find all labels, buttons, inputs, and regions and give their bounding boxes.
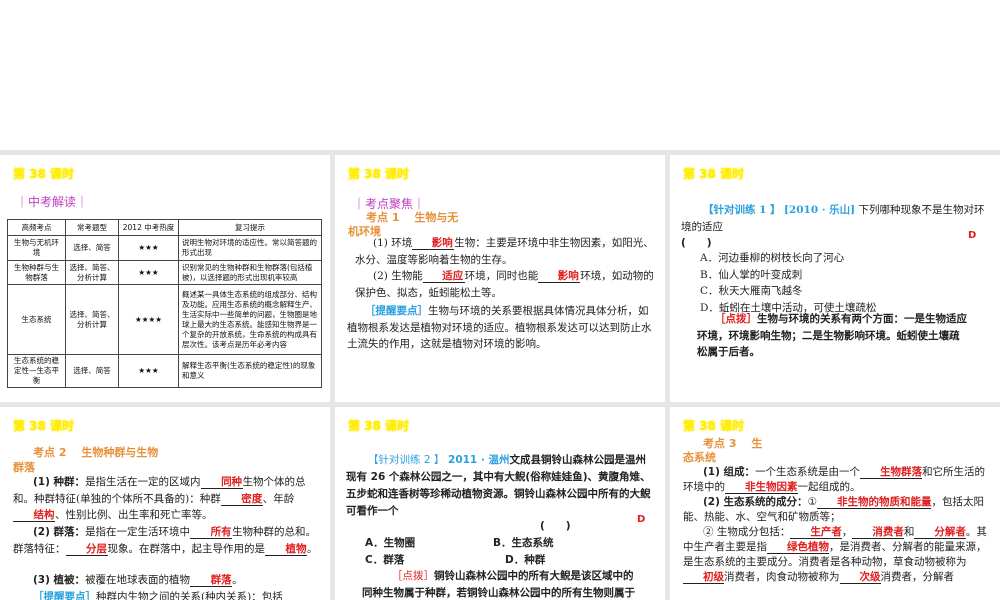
paragraph-population: (1) 种群：是指生活在一定的区域内 同种生物个体的总和。种群特征(单独的个体所不… — [13, 476, 306, 522]
answer-blank: 非生物因素 — [725, 481, 798, 494]
answer-blank: 密度 — [220, 493, 263, 506]
paragraph-1: (1) 环境 影响 生物：主要是环境中非生物因素，如阳光、水分、温度等影响着生物的生… — [355, 237, 654, 266]
answer-blank: 生物群落 — [860, 466, 923, 479]
lesson-title: 第 38 课时 — [13, 167, 75, 181]
answer-blank: 生产者 — [790, 526, 842, 539]
table-cell: ★★★ — [118, 235, 179, 261]
answer-blank: 适应 — [422, 270, 465, 283]
section-heading: ｜考点聚焦｜ — [353, 197, 426, 211]
table-header: 高频考点 — [7, 219, 66, 236]
tip-paragraph: ［提醒要点］生物与环境的关系要根据具体情况具体分析，如植物根系发达是植物对环境的… — [347, 305, 652, 350]
slide6-body: (1) 组成：一个生态系统是由一个 生物群落和它所生活的环境中的 非生物因素一起组成… — [683, 465, 993, 585]
table-cell: ★★★ — [118, 260, 179, 285]
hint-paragraph: ［点拨］生物与环境的关系有两个方面：一是生物适应环境，环境影响生物；二是生物影响… — [697, 313, 967, 358]
question-text: 【针对训练 2 】 2011 · 温州文成县铜铃山森林公园是温州现有 26 个森… — [346, 454, 651, 517]
point-heading: 考点 2 生物种群与生物群落 — [13, 446, 159, 474]
slide-thumbnail-2[interactable]: 第 38 课时 ｜考点聚焦｜ 考点 1 生物与无机环境 (1) 环境 影响 生物：主… — [335, 155, 665, 402]
paragraph-2: (2) 生物能 适应 环境，同时也能 影响 环境，如动物的保护色、拟态，蚯蚓能松土等。 — [355, 270, 654, 299]
option-c: C．群落 — [365, 554, 405, 566]
paragraph-community: (2) 群落：是指在一定生活环境中 所有生物种群的总和。群落特征： 分层现象。在群落… — [13, 526, 318, 556]
answer-blank: 初级 — [683, 571, 724, 584]
question-text: 【针对训练 1 】 [2010 · 乐山] 下列哪种现象不是生物对环境的适应 — [681, 204, 985, 233]
options-list: A．河边垂柳的树枝长向了河心 B．仙人掌的叶变成刺 C．秋天大雁南飞越冬 D．蚯… — [700, 250, 876, 316]
slide-grid: 第 38 课时 ｜中考解读｜ 高频考点 常考题型 2012 中考热度 复习提示 … — [0, 150, 1000, 600]
table-cell: 生态系统的稳定性—生态平衡 — [7, 354, 66, 388]
table-cell: 生物种群与生物群落 — [7, 260, 66, 285]
slide-thumbnail-3[interactable]: 第 38 课时 【针对训练 1 】 [2010 · 乐山] 下列哪种现象不是生物… — [670, 155, 1000, 402]
hint-paragraph: ［点拨］铜铃山森林公园中的所有大鲵是该区域中的同种生物属于种群，若铜铃山森林公园… — [362, 570, 635, 599]
answer-blank: 植物 — [265, 543, 307, 556]
paragraph-biotic: ② 生物成分包括： 生产者， 消费者和 分解者。其中生产者主要是指 绿色植物，是消费者、… — [683, 526, 987, 584]
option-a: A．河边垂柳的树枝长向了河心 — [700, 252, 845, 264]
table-cell: 生物与无机环境 — [7, 235, 66, 261]
table-cell: ★★★ — [118, 354, 179, 388]
table-cell: 解释生态平衡(生态系统的稳定性)的现象和意义 — [178, 354, 322, 388]
answer-blank: 群落 — [190, 574, 233, 587]
table-cell: 选择、简答、分析计算 — [65, 260, 119, 285]
answer-blank: 同种 — [200, 476, 243, 489]
lesson-title: 第 38 课时 — [13, 419, 75, 433]
table-cell: 选择、简答 — [65, 235, 119, 261]
table-header: 2012 中考热度 — [118, 219, 179, 236]
slide-thumbnail-6[interactable]: 第 38 课时 考点 3 生态系统 (1) 组成：一个生态系统是由一个 生物群落和… — [670, 407, 1000, 600]
answer-blank: 所有 — [190, 526, 233, 539]
point-heading: 考点 3 生态系统 — [683, 437, 763, 464]
table-cell: 选择、简答 — [65, 354, 119, 388]
option-b: B．仙人掌的叶变成刺 — [700, 268, 803, 281]
lesson-title: 第 38 课时 — [348, 419, 410, 433]
exam-table: 高频考点 常考题型 2012 中考热度 复习提示 生物与无机环境 选择、简答 ★★★… — [7, 219, 322, 388]
slide-thumbnail-1[interactable]: 第 38 课时 ｜中考解读｜ 高频考点 常考题型 2012 中考热度 复习提示 … — [0, 155, 330, 402]
table-cell: 识别常见的生物种群和生物群落(包括植被)，以选择题的形式出现机率较高 — [178, 260, 322, 285]
table-cell: 选择、简答、分析计算 — [65, 284, 119, 355]
slide-thumbnail-4[interactable]: 第 38 课时 考点 2 生物种群与生物群落 (1) 种群：是指生活在一定的区域… — [0, 407, 330, 600]
table-header: 复习提示 — [178, 219, 322, 236]
answer-blank: 次级 — [839, 571, 881, 584]
table-header: 常考题型 — [65, 219, 119, 236]
section-heading: ｜中考解读｜ — [16, 195, 89, 209]
tip-paragraph: ［提醒要点］种群内生物之间的关系(种内关系)：包括 — [33, 591, 283, 600]
table-row: 生物种群与生物群落 选择、简答、分析计算 ★★★ 识别常见的生物种群和生物群落(包括植… — [7, 260, 322, 285]
answer-label: D — [968, 230, 977, 241]
lesson-title: 第 38 课时 — [348, 167, 410, 181]
paragraph-composition: (1) 组成：一个生态系统是由一个 生物群落和它所生活的环境中的 非生物因素一起组成… — [683, 466, 986, 494]
answer-blank: 影响 — [412, 237, 455, 250]
answer-blank: 结构 — [13, 509, 55, 522]
answer-label: D — [637, 514, 646, 525]
table-cell: 概述某一具体生态系统的组成部分、结构及功能。应用生态系统的概念解释生产、生活实际… — [178, 284, 322, 355]
paragraph-components: (2) 生态系统的成分：① 非生物的物质和能量，包括太阳能、热能、水、空气和矿物质… — [683, 496, 984, 523]
table-row: 生态系统的稳定性—生态平衡 选择、简答 ★★★ 解释生态平衡(生态系统的稳定性)的现象… — [7, 354, 322, 388]
answer-blank: 非生物的物质和能量 — [816, 496, 932, 509]
answer-blank: 分解者 — [914, 526, 966, 539]
answer-blank: 分层 — [65, 543, 108, 556]
table-cell: ★★★★ — [118, 284, 179, 355]
option-d: D．种群 — [505, 554, 546, 566]
answer-blank: 绿色植物 — [767, 541, 829, 554]
table-row: 生态系统 选择、简答、分析计算 ★★★★ 概述某一具体生态系统的组成部分、结构及功能。… — [7, 284, 322, 355]
option-c: C．秋天大雁南飞越冬 — [700, 285, 803, 297]
answer-blank: 消费者 — [852, 526, 904, 539]
slide-thumbnail-5[interactable]: 第 38 课时 【针对训练 2 】 2011 · 温州文成县铜铃山森林公园是温州… — [335, 407, 665, 600]
answer-blank: 影响 — [538, 270, 581, 283]
option-a: A．生物圈 — [365, 537, 416, 549]
lesson-title: 第 38 课时 — [683, 419, 745, 433]
table-cell: 说明生物对环境的适应性。常以简答题的形式出现 — [178, 235, 322, 261]
lesson-title: 第 38 课时 — [683, 167, 745, 181]
paragraph-vegetation: (3) 植被：被覆在地球表面的植物 群落。 — [33, 574, 243, 587]
option-b: B．生态系统 — [493, 537, 554, 549]
table-row: 生物与无机环境 选择、简答 ★★★ 说明生物对环境的适应性。常以简答题的形式出现 — [7, 235, 322, 261]
answer-paren: ( ) — [540, 520, 571, 532]
table-cell: 生态系统 — [7, 284, 66, 355]
